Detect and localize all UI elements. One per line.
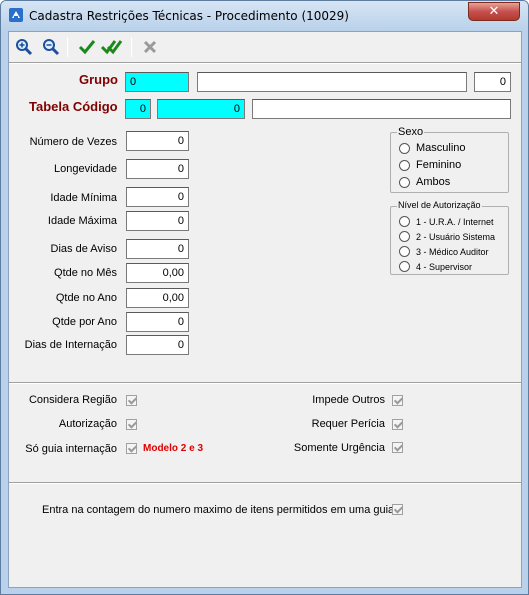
zoom-out-button[interactable] <box>40 36 62 58</box>
toolbar <box>9 32 521 62</box>
radio-circle[interactable] <box>399 261 410 272</box>
contagem-checkbox[interactable] <box>392 504 403 515</box>
qtde-mes-label: Qtde no Mês <box>54 267 117 279</box>
requer-pericia-checkbox[interactable] <box>392 419 403 430</box>
radio-circle[interactable] <box>399 231 410 242</box>
window-title: Cadastra Restrições Técnicas - Procedime… <box>29 9 349 23</box>
autorizacao-groupbox: Nível de Autorização 1 - U.R.A. / Intern… <box>390 200 509 275</box>
radio-circle[interactable] <box>399 176 410 188</box>
grupo-code-field[interactable]: 0 <box>125 72 189 92</box>
radio-ambos[interactable]: Ambos <box>399 176 450 188</box>
requer-pericia-label: Requer Perícia <box>311 418 385 430</box>
qtde-por-ano-field[interactable]: 0 <box>126 312 189 332</box>
contagem-label: Entra na contagem do numero maximo de it… <box>42 504 395 516</box>
title-bar[interactable]: Cadastra Restrições Técnicas - Procedime… <box>1 1 528 31</box>
app-icon <box>9 8 23 22</box>
radio-circle[interactable] <box>399 159 410 171</box>
radio-feminino[interactable]: Feminino <box>399 159 461 171</box>
radio-nivel-1-label: 1 - U.R.A. / Internet <box>416 216 494 227</box>
numero-vezes-field[interactable]: 0 <box>126 131 189 151</box>
cancel-button[interactable] <box>139 36 161 58</box>
radio-ambos-label: Ambos <box>416 176 451 188</box>
grupo-description-field[interactable] <box>197 72 467 92</box>
numero-vezes-label: Número de Vezes <box>29 136 117 148</box>
sexo-groupbox: Sexo Masculino Feminino Ambos <box>390 126 509 193</box>
so-guia-internacao-checkbox[interactable] <box>126 443 137 454</box>
qtde-por-ano-label: Qtde por Ano <box>52 316 117 328</box>
sexo-title: Sexo <box>397 126 425 138</box>
zoom-in-button[interactable] <box>13 36 35 58</box>
main-window: Cadastra Restrições Técnicas - Procedime… <box>0 0 529 595</box>
qtde-ano-label: Qtde no Ano <box>55 292 117 304</box>
impede-outros-label: Impede Outros <box>312 394 385 406</box>
radio-nivel-4[interactable]: 4 - Supervisor <box>399 261 472 272</box>
longevidade-label: Longevidade <box>53 163 117 175</box>
tabela-codigo-label: Tabela Código <box>29 99 118 114</box>
tabela-field[interactable]: 0 <box>125 99 151 119</box>
close-button[interactable]: ✕ <box>468 2 520 21</box>
autorizacao-label: Autorização <box>58 418 117 430</box>
radio-nivel-1[interactable]: 1 - U.R.A. / Internet <box>399 216 494 227</box>
radio-feminino-label: Feminino <box>416 159 462 171</box>
radio-nivel-4-label: 4 - Supervisor <box>416 261 473 272</box>
radio-circle[interactable] <box>399 216 410 227</box>
radio-masculino[interactable]: Masculino <box>399 142 466 154</box>
impede-outros-checkbox[interactable] <box>392 395 403 406</box>
radio-circle[interactable] <box>399 246 410 257</box>
autorizacao-title: Nível de Autorização <box>397 200 482 210</box>
dias-internacao-field[interactable]: 0 <box>126 335 189 355</box>
zoom-in-icon <box>16 39 33 56</box>
idade-maxima-label: Idade Máxima <box>47 215 117 227</box>
considera-regiao-checkbox[interactable] <box>126 395 137 406</box>
dias-internacao-label: Dias de Internação <box>24 339 117 351</box>
double-check-icon <box>101 40 123 55</box>
cancel-icon <box>143 40 157 54</box>
radio-circle[interactable] <box>399 142 410 154</box>
radio-nivel-2-label: 2 - Usuário Sistema <box>416 231 496 242</box>
check-icon <box>78 40 96 55</box>
zoom-out-icon <box>43 39 60 56</box>
considera-regiao-label: Considera Região <box>28 394 117 406</box>
idade-minima-field[interactable]: 0 <box>126 187 189 207</box>
modelo-label: Modelo 2 e 3 <box>143 443 204 454</box>
qtde-ano-field[interactable]: 0,00 <box>126 288 189 308</box>
form-client-area: Grupo 0 0 Tabela Código 0 0 Número de Ve… <box>8 31 522 588</box>
somente-urgencia-label: Somente Urgência <box>293 442 385 454</box>
toolbar-separator <box>67 37 68 57</box>
qtde-mes-field[interactable]: 0,00 <box>126 263 189 283</box>
radio-nivel-3[interactable]: 3 - Médico Auditor <box>399 246 489 257</box>
confirm-button[interactable] <box>76 36 98 58</box>
idade-maxima-field[interactable]: 0 <box>126 211 189 231</box>
radio-nivel-3-label: 3 - Médico Auditor <box>416 246 489 257</box>
autorizacao-checkbox[interactable] <box>126 419 137 430</box>
radio-nivel-2[interactable]: 2 - Usuário Sistema <box>399 231 495 242</box>
section-divider <box>9 382 521 384</box>
dias-aviso-label: Dias de Aviso <box>50 243 117 255</box>
longevidade-field[interactable]: 0 <box>126 159 189 179</box>
section-divider <box>9 482 521 484</box>
radio-masculino-label: Masculino <box>416 142 466 154</box>
somente-urgencia-checkbox[interactable] <box>392 442 403 453</box>
toolbar-separator <box>131 37 132 57</box>
grupo-number-field[interactable]: 0 <box>474 72 511 92</box>
so-guia-internacao-label: Só guia internação <box>25 443 117 455</box>
grupo-label: Grupo <box>79 72 118 87</box>
confirm-all-button[interactable] <box>101 36 123 58</box>
codigo-field[interactable]: 0 <box>157 99 245 119</box>
dias-aviso-field[interactable]: 0 <box>126 239 189 259</box>
toolbar-divider <box>9 62 521 64</box>
idade-minima-label: Idade Mínima <box>50 192 117 204</box>
procedimento-description-field[interactable] <box>252 99 511 119</box>
